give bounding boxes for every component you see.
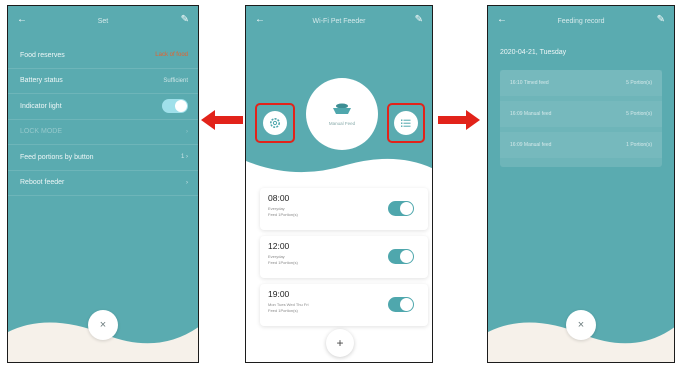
record-time: 16:09 [510,142,523,148]
main-screen: ← Wi-Fi Pet Feeder ✎ Manual Feed 08:00 E… [245,5,433,363]
record-row: 16:09 Manual feed 1 Portion(s) [500,132,662,158]
gear-icon [270,118,280,128]
schedule-card[interactable]: 19:00 Mon Tues Wed Thu Fri Feed 1Portion… [260,284,428,326]
record-topbar: ← Feeding record ✎ [488,6,674,36]
record-type: Manual feed [523,142,552,148]
schedule-toggle[interactable] [388,249,414,264]
plus-icon: + [336,336,344,350]
back-arrow-icon[interactable]: ← [17,14,27,25]
close-button[interactable]: × [88,310,118,340]
close-button[interactable]: × [566,310,596,340]
record-portions: 1 Portion(s) [626,142,652,148]
setting-label: Feed portions by button [20,153,94,161]
setting-feed-portions-by-button[interactable]: Feed portions by button 1 › [8,145,198,171]
settings-button[interactable] [263,111,287,135]
setting-indicator-light: Indicator light [8,94,198,120]
setting-label: Food reserves [20,51,65,59]
record-time: 16:10 [510,80,523,86]
settings-list: Food reserves Lack of food Battery statu… [8,43,198,196]
add-schedule-button[interactable]: + [326,329,354,357]
record-row: 16:09 Manual feed 5 Portion(s) [500,101,662,127]
setting-value: 1 [180,154,185,161]
schedule-toggle[interactable] [388,201,414,216]
food-bowl-icon [333,103,351,114]
settings-screen: ← Set ✎ Food reserves Lack of food Batte… [7,5,199,363]
main-topbar: ← Wi-Fi Pet Feeder ✎ [246,6,432,36]
setting-label: Indicator light [20,102,62,110]
main-wave [246,158,432,191]
record-portions: 5 Portion(s) [626,80,652,86]
setting-battery-status[interactable]: Battery status Sufficient [8,69,198,94]
arrow-right-icon [438,110,480,130]
manual-feed-button[interactable]: Manual Feed [306,78,378,150]
records-button[interactable] [394,111,418,135]
indicator-light-toggle[interactable] [162,99,188,114]
record-portions: 5 Portion(s) [626,111,652,117]
chevron-right-icon: › [186,179,188,186]
record-date: 2020-04-21, Tuesday [500,49,567,56]
arrow-left-icon [201,110,243,130]
record-row: 16:10 Timed feed 5 Portion(s) [500,70,662,96]
edit-pencil-icon[interactable]: ✎ [415,14,423,25]
close-icon: × [577,319,585,331]
setting-lock-mode[interactable]: LOCK MODE › [8,120,198,145]
schedule-toggle[interactable] [388,297,414,312]
close-icon: × [99,319,107,331]
edit-pencil-icon[interactable]: ✎ [181,14,189,25]
feeding-record-screen: ← Feeding record ✎ 2020-04-21, Tuesday 1… [487,5,675,363]
setting-value: Sufficient [163,77,188,84]
setting-food-reserves[interactable]: Food reserves Lack of food [8,43,198,69]
record-title: Feeding record [557,17,605,25]
settings-topbar: ← Set ✎ [8,6,198,36]
record-type: Timed feed [523,80,549,86]
setting-value: Lack of food [155,52,188,59]
chevron-right-icon: › [186,154,188,161]
back-arrow-icon[interactable]: ← [255,14,265,25]
schedule-card[interactable]: 12:00 Everyday Feed 1Portion(s) [260,236,428,278]
main-title: Wi-Fi Pet Feeder [312,17,366,25]
setting-label: LOCK MODE [20,128,63,136]
record-list: 16:10 Timed feed 5 Portion(s) 16:09 Manu… [500,70,662,167]
setting-label: Reboot feeder [20,179,65,187]
edit-pencil-icon[interactable]: ✎ [657,14,665,25]
settings-title: Set [97,17,109,25]
record-time: 16:09 [510,111,523,117]
manual-feed-label: Manual Feed [328,120,356,126]
schedule-card[interactable]: 08:00 Everyday Feed 1Portion(s) [260,188,428,230]
list-icon [401,119,411,127]
chevron-right-icon: › [186,128,188,135]
record-type: Manual feed [523,111,552,117]
setting-label: Battery status [20,77,63,85]
back-arrow-icon[interactable]: ← [497,14,507,25]
setting-reboot-feeder[interactable]: Reboot feeder › [8,171,198,196]
